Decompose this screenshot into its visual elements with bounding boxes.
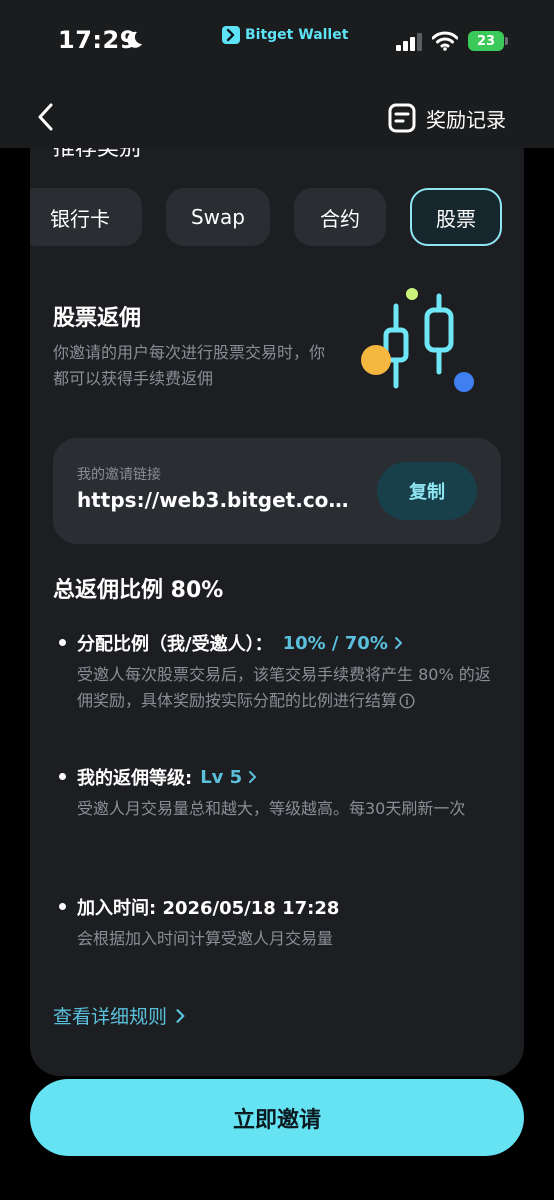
split-ratio-description: 受邀人每次股票交易后，该笔交易手续费将产生 80% 的返佣奖励，具体奖励按实际分… xyxy=(77,662,501,714)
chevron-right-icon xyxy=(394,637,402,649)
battery-body: 23 xyxy=(468,31,504,51)
total-commission-rate: 总返佣比例 80% xyxy=(53,578,224,603)
split-ratio-heading: 分配比例（我/受邀人）： 10% / 70% xyxy=(77,630,406,656)
split-ratio-label: 分配比例（我/受邀人）： xyxy=(77,634,273,655)
do-not-disturb-moon-icon xyxy=(127,31,142,48)
invite-now-button[interactable]: 立即邀请 xyxy=(30,1079,524,1156)
bullet-dot xyxy=(59,639,66,646)
stock-candlestick-illustration xyxy=(361,288,474,392)
battery-indicator: 23 xyxy=(468,31,508,51)
split-ratio-link[interactable]: 10% / 70% xyxy=(283,633,406,654)
referral-card: 推荐类别 银行卡 Swap 合约 股票 股票返佣 你邀请的用户每次进行股票交易时… xyxy=(30,120,524,1076)
wifi-icon xyxy=(432,31,458,51)
brand-name: Bitget Wallet xyxy=(245,27,349,43)
tab-bank-card[interactable]: 银行卡 xyxy=(30,188,142,246)
battery-tip xyxy=(505,37,508,45)
rebate-level-link[interactable]: Lv 5 xyxy=(200,767,260,788)
join-time-label: 加入时间: 2026/05/18 17:28 xyxy=(77,898,340,919)
invite-link-box: 我的邀请链接 https://web3.bitget.co... 复制 xyxy=(53,438,501,544)
split-ratio-value: 10% / 70% xyxy=(282,632,388,654)
bullet-dot xyxy=(59,903,66,910)
split-ratio-description-text: 受邀人每次股票交易后，该笔交易手续费将产生 80% 的返佣奖励，具体奖励按实际分… xyxy=(77,665,491,710)
feature-title: 股票返佣 xyxy=(53,306,142,331)
tab-futures[interactable]: 合约 xyxy=(294,188,386,246)
document-icon xyxy=(388,103,416,133)
rebate-level-item: 我的返佣等级: Lv 5 受邀人月交易量总和越大，等级越高。每30天刷新一次 xyxy=(53,764,501,854)
chevron-right-icon xyxy=(176,1008,185,1023)
join-time-item: 加入时间: 2026/05/18 17:28 会根据加入时间计算受邀人月交易量 xyxy=(53,894,501,958)
back-button[interactable] xyxy=(30,100,60,134)
brand: Bitget Wallet xyxy=(222,24,348,46)
join-time-description: 会根据加入时间计算受邀人月交易量 xyxy=(77,929,334,948)
copy-link-button[interactable]: 复制 xyxy=(377,462,477,520)
info-icon[interactable] xyxy=(399,693,415,709)
rebate-level-heading: 我的返佣等级: Lv 5 xyxy=(77,764,260,790)
category-tabs: 银行卡 Swap 合约 股票 xyxy=(30,188,524,246)
join-time-heading: 加入时间: 2026/05/18 17:28 xyxy=(77,894,339,920)
back-arrow-icon xyxy=(38,103,53,131)
view-detailed-rules-label: 查看详细规则 xyxy=(53,1006,168,1028)
chevron-right-icon xyxy=(249,771,257,783)
bullet-dot xyxy=(59,773,66,780)
status-bar: 17:29 Bitget Wallet 23 xyxy=(0,0,554,84)
bitget-logo-icon xyxy=(222,26,240,44)
view-detailed-rules-link[interactable]: 查看详细规则 xyxy=(53,1002,189,1029)
rebate-level-description: 受邀人月交易量总和越大，等级越高。每30天刷新一次 xyxy=(77,799,466,818)
invite-link-label: 我的邀请链接 xyxy=(77,467,161,483)
tab-stocks[interactable]: 股票 xyxy=(410,188,502,246)
nav-bar: 奖励记录 xyxy=(0,84,554,148)
feature-description: 你邀请的用户每次进行股票交易时，你都可以获得手续费返佣 xyxy=(53,343,326,388)
rewards-history-label: 奖励记录 xyxy=(426,107,506,132)
rewards-history-button[interactable]: 奖励记录 xyxy=(388,103,506,133)
rebate-level-value: Lv 5 xyxy=(200,766,243,788)
split-ratio-item: 分配比例（我/受邀人）： 10% / 70% 受邀人每次股票交易后，该笔交易手续… xyxy=(53,630,501,720)
rebate-level-label: 我的返佣等级: xyxy=(77,768,193,789)
invite-link-value: https://web3.bitget.co... xyxy=(77,488,351,512)
tab-swap[interactable]: Swap xyxy=(166,188,270,246)
cellular-signal-icon xyxy=(396,33,422,51)
battery-level: 23 xyxy=(476,33,496,49)
